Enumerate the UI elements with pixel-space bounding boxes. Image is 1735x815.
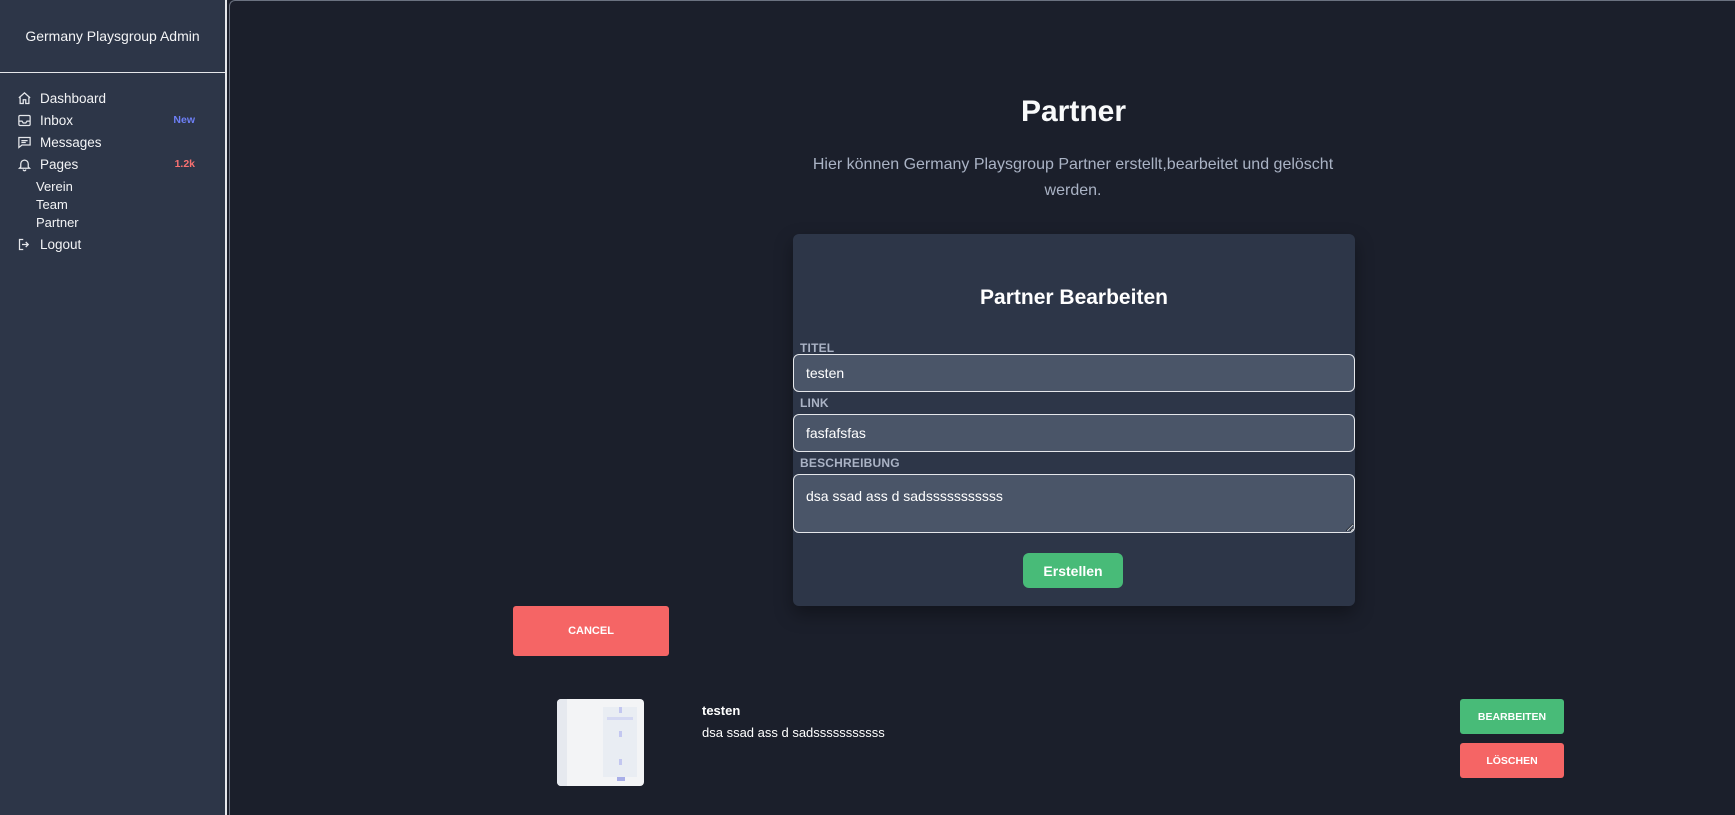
- sidebar-item-logout[interactable]: Logout: [0, 233, 225, 255]
- cancel-button[interactable]: CANCEL: [513, 606, 669, 656]
- main-content: Partner Hier können Germany Playsgroup P…: [229, 0, 1735, 815]
- sidebar-item-inbox[interactable]: Inbox New: [0, 109, 225, 131]
- inbox-icon: [16, 112, 32, 128]
- beschreibung-label: BESCHREIBUNG: [800, 456, 900, 470]
- sidebar-item-label: Inbox: [40, 112, 74, 128]
- sidebar-item-dashboard[interactable]: Dashboard: [0, 87, 225, 109]
- sidebar-subitem-team[interactable]: Team: [0, 195, 225, 213]
- logout-icon: [16, 236, 32, 252]
- sidebar-item-label: Logout: [40, 236, 82, 252]
- count-badge: 1.2k: [174, 158, 195, 170]
- titel-input[interactable]: [793, 354, 1355, 392]
- message-icon: [16, 134, 32, 150]
- sidebar-item-label: Pages: [40, 156, 79, 172]
- sidebar-item-pages[interactable]: Pages 1.2k: [0, 153, 225, 175]
- sidebar-item-label: Dashboard: [40, 90, 107, 106]
- pages-submenu: Verein Team Partner: [0, 175, 225, 233]
- page-description: Hier können Germany Playsgroup Partner e…: [812, 156, 1334, 199]
- sidebar-subitem-verein[interactable]: Verein: [0, 177, 225, 195]
- edit-partner-form: Partner Bearbeiten TITEL LINK BESCHREIBU…: [793, 234, 1355, 606]
- sidebar-item-messages[interactable]: Messages: [0, 131, 225, 153]
- titel-label: TITEL: [800, 341, 835, 355]
- sidebar-nav: Dashboard Inbox New Messages Pages 1.2k …: [0, 73, 225, 255]
- create-button[interactable]: Erstellen: [1023, 553, 1123, 588]
- bell-icon: [16, 156, 32, 172]
- link-input[interactable]: [793, 414, 1355, 452]
- partner-thumbnail: [557, 699, 644, 786]
- sidebar: Germany Playsgroup Admin Dashboard Inbox…: [0, 0, 227, 815]
- new-badge: New: [173, 114, 195, 126]
- link-label: LINK: [800, 396, 829, 410]
- sidebar-item-label: Messages: [40, 134, 102, 150]
- home-icon: [16, 90, 32, 106]
- sidebar-subitem-partner[interactable]: Partner: [0, 213, 225, 231]
- delete-button[interactable]: LÖSCHEN: [1460, 743, 1564, 778]
- beschreibung-textarea[interactable]: dsa ssad ass d sadsssssssssss: [793, 474, 1355, 533]
- partner-list-item: testen dsa ssad ass d sadsssssssssss BEA…: [230, 699, 1735, 789]
- page-title: Partner: [1020, 95, 1127, 128]
- form-title: Partner Bearbeiten: [980, 286, 1168, 309]
- partner-title: testen: [702, 703, 741, 718]
- edit-button[interactable]: BEARBEITEN: [1460, 699, 1564, 734]
- partner-description: dsa ssad ass d sadsssssssssss: [702, 725, 885, 740]
- sidebar-title: Germany Playsgroup Admin: [0, 0, 225, 73]
